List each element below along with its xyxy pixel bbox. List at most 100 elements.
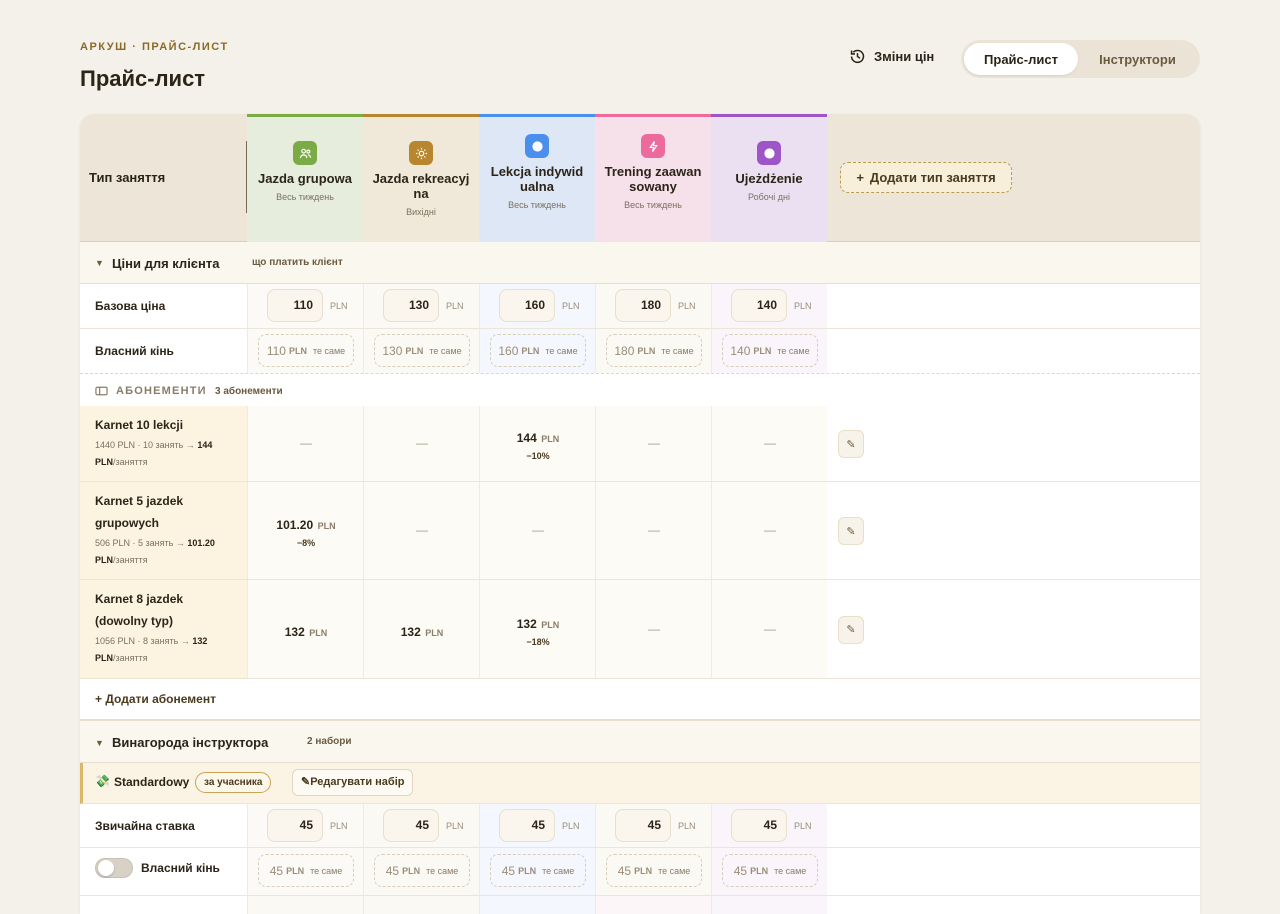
column-header-3[interactable]: Trening zaawansowany Весь тиждень [595, 114, 711, 242]
price-input[interactable]: 140 [731, 289, 787, 322]
currency-label: PLN [405, 345, 424, 356]
same-label: те саме [545, 345, 578, 356]
subscription-cell[interactable]: — [711, 406, 827, 481]
price-input[interactable]: 45 [383, 809, 439, 842]
override-input[interactable]: 45 PLN те саме [490, 854, 586, 887]
discount-label: −10% [526, 451, 550, 461]
pencil-icon: ✎ [846, 525, 856, 538]
money-icon: 💸 [95, 774, 110, 788]
currency-label: PLN [678, 821, 696, 831]
per-session-unit: /заняття [113, 555, 148, 565]
price-input[interactable]: 45 [267, 809, 323, 842]
column-header-2[interactable]: Lekcja indywidualna Весь тиждень [479, 114, 595, 242]
price-cell [711, 896, 827, 914]
page-title: Прайс-лист [80, 66, 206, 91]
subscription-cell[interactable]: — [247, 406, 363, 481]
currency-label: PLN [794, 301, 812, 311]
price-input[interactable]: 180 [615, 289, 671, 322]
tab-instructors[interactable]: Інструктори [1078, 43, 1197, 75]
tab-price-list[interactable]: Прайс-лист [964, 43, 1078, 75]
currency-label: PLN [753, 345, 772, 356]
caret-down-icon[interactable]: ▼ [95, 258, 104, 268]
override-input[interactable]: 45 PLN те саме [606, 854, 702, 887]
subscription-detail: 1440 PLN · 10 занять → 144 PLN/заняття [95, 437, 240, 471]
override-input[interactable]: 45 PLN те саме [374, 854, 470, 887]
price-history-button[interactable]: Зміни цін [849, 48, 934, 65]
price-input[interactable]: 45 [615, 809, 671, 842]
next-row [80, 896, 1200, 914]
history-icon [850, 49, 865, 64]
column-name: Jazda rekreacyjna [372, 171, 470, 201]
override-cell: 45 PLN те саме [479, 848, 595, 895]
subscription-cell[interactable]: 132 PLN −18% [479, 580, 595, 678]
override-input[interactable]: 110 PLN те саме [258, 334, 354, 367]
per-session-unit: /заняття [113, 653, 148, 663]
row-label: Власний кінь [141, 861, 220, 875]
column-header-1[interactable]: Jazda rekreacyjna Вихідні [363, 114, 479, 242]
override-cell: 45 PLN те саме [711, 848, 827, 895]
override-value: 110 [266, 343, 286, 358]
price-input[interactable]: 45 [499, 809, 555, 842]
subscription-cell[interactable]: — [363, 482, 479, 579]
edit-set-button[interactable]: ✎Редагувати набір [292, 769, 414, 796]
price-cell: 160 PLN [479, 284, 595, 328]
caret-down-icon[interactable]: ▼ [95, 738, 104, 748]
edit-subscription-button[interactable]: ✎ [838, 517, 864, 545]
price-input[interactable]: 110 [267, 289, 323, 322]
subscription-cell[interactable]: — [363, 406, 479, 481]
override-input[interactable]: 45 PLN те саме [722, 854, 818, 887]
price-cell: 45 PLN [247, 804, 363, 847]
column-name: Jazda grupowa [258, 171, 352, 186]
ticket-icon [95, 386, 108, 396]
subscription-cell[interactable]: 132 PLN [363, 580, 479, 678]
price-input[interactable]: 45 [731, 809, 787, 842]
add-type-button[interactable]: + Додати тип заняття [840, 162, 1012, 193]
override-cell: 45 PLN те саме [595, 848, 711, 895]
instructor-pay-section[interactable]: ▼ Винагорода інструктора 2 набори [80, 719, 1200, 763]
subscription-label-cell: Karnet 5 jazdek grupowych 506 PLN · 5 заня… [80, 482, 247, 579]
subscription-cell[interactable]: 144 PLN −10% [479, 406, 595, 481]
column-header-0[interactable]: Jazda grupowa Весь тиждень [247, 114, 363, 242]
subscription-cell[interactable]: — [711, 580, 827, 678]
column-name: Trening zaawansowany [604, 164, 702, 194]
subscription-cell[interactable]: 132 PLN [247, 580, 363, 678]
column-header-4[interactable]: Ujeżdżenie Робочі дні [711, 114, 827, 242]
price-value: 132 [400, 624, 421, 639]
client-prices-section[interactable]: ▼ Ціни для клієнта що платить клієнт [80, 242, 1200, 284]
subscription-cell[interactable]: — [479, 482, 595, 579]
override-input[interactable]: 140 PLN те саме [722, 334, 818, 367]
subscription-cell[interactable]: 101.20 PLN −8% [247, 482, 363, 579]
price-value: 132 [284, 624, 305, 639]
currency-label: PLN [402, 865, 421, 876]
price-input[interactable]: 160 [499, 289, 555, 322]
subscriptions-title: АБОНЕМЕНТИ [116, 385, 207, 397]
price-cell [595, 896, 711, 914]
price-input[interactable]: 130 [383, 289, 439, 322]
override-cell: 45 PLN те саме [247, 848, 363, 895]
price-table: Тип заняття Jazda grupowa Весь тиждень Jaz… [80, 114, 1200, 914]
override-input[interactable]: 180 PLN те саме [606, 334, 702, 367]
same-label: те саме [310, 865, 343, 876]
override-input[interactable]: 160 PLN те саме [490, 334, 586, 367]
subscription-cell[interactable]: — [595, 482, 711, 579]
empty-value: — [764, 621, 776, 636]
subscriptions-count: 3 абонементи [215, 386, 283, 397]
own-horse-toggle[interactable] [95, 858, 133, 878]
same-label: те саме [426, 865, 459, 876]
subscription-cell[interactable]: — [711, 482, 827, 579]
column-schedule: Весь тиждень [276, 192, 334, 202]
subscription-label-cell: Karnet 10 lekcji 1440 PLN · 10 занять → 1… [80, 406, 247, 481]
override-input[interactable]: 45 PLN те саме [258, 854, 354, 887]
override-input[interactable]: 130 PLN те саме [374, 334, 470, 367]
rate-set-row: 💸 Standardowy за учасника ✎Редагувати на… [80, 763, 1200, 804]
type-column-label: Тип заняття [89, 170, 166, 185]
edit-subscription-button[interactable]: ✎ [838, 430, 864, 458]
subscription-cell[interactable]: — [595, 580, 711, 678]
price-cell: 140 PLN [711, 284, 827, 328]
edit-subscription-button[interactable]: ✎ [838, 615, 864, 644]
subscription-cell[interactable]: — [595, 406, 711, 481]
subscription-row: Karnet 5 jazdek grupowych 506 PLN · 5 заня… [80, 482, 1200, 580]
column-schedule: Весь тиждень [624, 200, 682, 210]
add-subscription-button[interactable]: + Додати абонемент [95, 692, 216, 706]
currency-label: PLN [95, 653, 113, 663]
